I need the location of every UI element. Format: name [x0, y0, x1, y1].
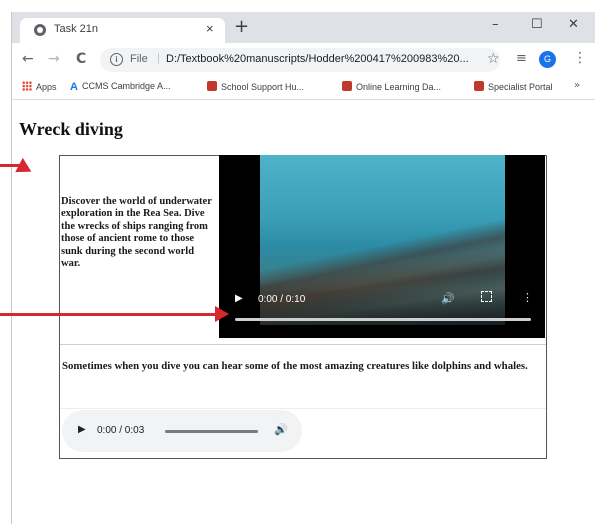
bookmark-specialist-portal[interactable]: Specialist Portal	[474, 81, 553, 92]
menu-icon[interactable]: ⋮	[573, 50, 587, 66]
video-time: 0:00 / 0:10	[258, 294, 306, 305]
bookmarks-bar: Apps A CCMS Cambridge A... School Support…	[12, 77, 595, 100]
close-window-button[interactable]: ✕	[568, 17, 579, 32]
video-progress-bar[interactable]	[235, 318, 531, 321]
annotation-arrow-video-shaft	[0, 313, 215, 316]
url-text[interactable]: D:/Textbook%20manuscripts/Hodder%200417%…	[166, 53, 469, 65]
bookmark-school-support[interactable]: School Support Hu...	[207, 81, 304, 92]
reload-icon[interactable]: C	[76, 51, 86, 67]
avatar[interactable]: G	[539, 51, 556, 68]
cambridge-shield-icon	[342, 81, 352, 91]
ccms-icon: A	[70, 81, 78, 93]
annotation-arrow-video-head	[215, 306, 229, 322]
globe-icon	[34, 24, 46, 36]
table-row-divider	[60, 408, 546, 409]
audio-progress-bar[interactable]	[165, 430, 258, 433]
info-icon[interactable]: i	[110, 53, 123, 66]
minimize-button[interactable]: –	[492, 17, 499, 32]
bookmark-star-icon[interactable]: ☆	[487, 51, 500, 67]
tab-task-21n[interactable]: Task 21n ×	[20, 18, 225, 43]
bookmark-ccms[interactable]: A CCMS Cambridge A...	[70, 81, 170, 93]
video-player[interactable]: ▶ 0:00 / 0:10 🔊 ⋮	[219, 155, 545, 338]
fullscreen-icon[interactable]	[481, 291, 492, 302]
video-volume-icon[interactable]: 🔊	[441, 292, 455, 305]
url-separator: |	[157, 52, 160, 64]
cambridge-shield-icon	[207, 81, 217, 91]
cambridge-shield-icon	[474, 81, 484, 91]
tab-strip: Task 21n × + – ☐ ✕	[12, 12, 595, 43]
forward-icon[interactable]: →	[48, 51, 60, 67]
video-more-icon[interactable]: ⋮	[522, 291, 533, 304]
intro-text: Discover the world of underwater explora…	[61, 196, 212, 270]
audio-caption: Sometimes when you dive you can hear som…	[62, 360, 528, 372]
url-scheme: File	[130, 53, 148, 65]
tab-title: Task 21n	[54, 23, 99, 35]
maximize-button[interactable]: ☐	[531, 17, 543, 32]
new-tab-button[interactable]: +	[234, 16, 249, 37]
back-icon[interactable]: ←	[22, 51, 34, 67]
bookmark-apps[interactable]: Apps	[22, 81, 57, 92]
apps-grid-icon	[22, 81, 32, 91]
bookmarks-overflow-icon[interactable]: »	[574, 80, 580, 91]
media-playlist-icon[interactable]: ≡	[516, 51, 527, 66]
audio-play-icon[interactable]: ▶	[78, 424, 86, 435]
browser-toolbar: ← → C i File | D:/Textbook%20manuscripts…	[12, 43, 595, 77]
audio-time: 0:00 / 0:03	[97, 425, 145, 436]
audio-volume-icon[interactable]: 🔊	[274, 423, 288, 436]
page-title: Wreck diving	[19, 119, 123, 139]
video-play-icon[interactable]: ▶	[235, 293, 243, 304]
address-bar[interactable]: i File | D:/Textbook%20manuscripts/Hodde…	[100, 48, 500, 72]
bookmark-online-learning[interactable]: Online Learning Da...	[342, 81, 441, 92]
table-row-divider	[60, 344, 546, 345]
close-tab-icon[interactable]: ×	[206, 21, 214, 36]
audio-player[interactable]: ▶ 0:00 / 0:03 🔊	[62, 410, 302, 452]
